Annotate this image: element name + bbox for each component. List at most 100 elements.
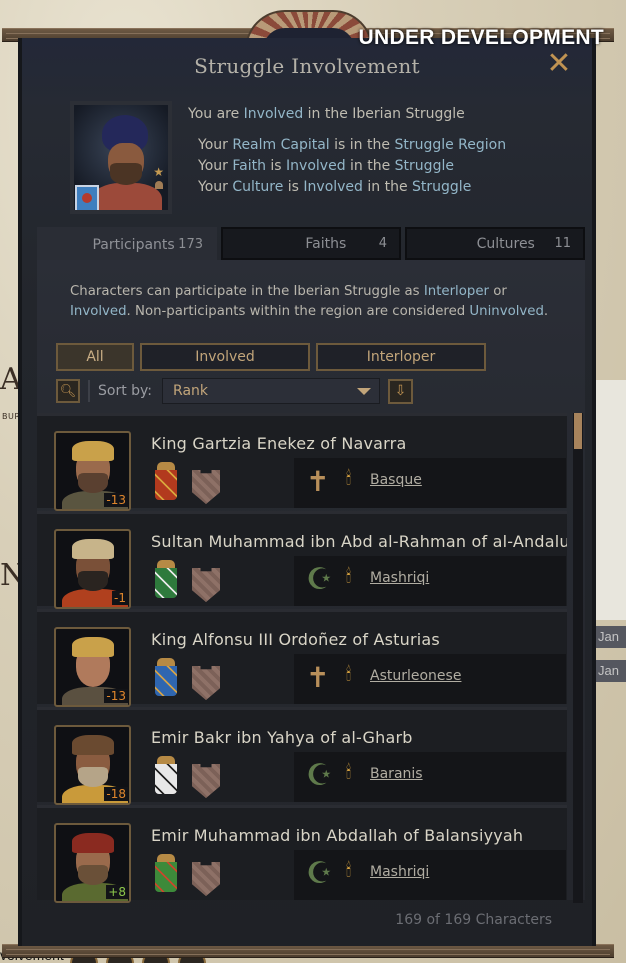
opinion-value: -13: [104, 689, 128, 703]
culture-candle-icon: 🕯︎: [346, 664, 352, 685]
culture-link[interactable]: Mashriqi: [370, 570, 429, 586]
character-portrait[interactable]: -1: [54, 529, 131, 609]
window-title: Struggle Involvement: [194, 54, 420, 78]
sort-selected-value: Rank: [173, 383, 209, 399]
close-icon: ✕: [546, 46, 572, 81]
player-portrait[interactable]: ★: [70, 101, 172, 214]
search-icon: 🔍︎: [59, 383, 77, 399]
culture-candle-icon: 🕯︎: [346, 860, 352, 881]
sort-label: Sort by:: [98, 383, 153, 399]
struggle-involvement-window: Struggle Involvement ✕ ★ You are Involve…: [2, 10, 614, 958]
character-row[interactable]: +8 Emir Muhammad ibn Abdallah of Balansi…: [37, 805, 567, 903]
culture-link[interactable]: Basque: [370, 472, 422, 488]
culture-candle-icon: 🕯︎: [346, 566, 352, 587]
character-list: -13 King Gartzia Enekez of Navarra ✝ 🕯︎ …: [37, 413, 567, 903]
filter-buttons: All Involved Interloper: [56, 343, 486, 371]
coat-of-arms-icon[interactable]: [155, 658, 177, 696]
empty-shield-icon[interactable]: [192, 764, 220, 798]
character-name[interactable]: Emir Bakr ibn Yahya of al-Gharb: [151, 728, 413, 747]
opinion-value: -1: [112, 591, 128, 605]
chevron-down-icon: [357, 387, 372, 395]
coat-of-arms-icon[interactable]: [155, 756, 177, 794]
crown-icon: [157, 560, 175, 568]
character-count: 169 of 169 Characters: [395, 912, 552, 928]
scrollbar[interactable]: [573, 413, 583, 903]
divider: [88, 380, 90, 402]
tab-label: Cultures: [476, 235, 535, 252]
crescent-faith-icon[interactable]: ☪: [306, 856, 333, 892]
empty-shield-icon[interactable]: [192, 666, 220, 700]
filter-involved-button[interactable]: Involved: [140, 343, 310, 371]
tab-count: 4: [378, 236, 387, 251]
involvement-reason: Your Culture is Involved in the Struggle: [198, 179, 472, 195]
culture-candle-icon: 🕯︎: [346, 468, 352, 489]
under-development-banner: UNDER DEVELOPMENT: [358, 26, 604, 49]
tab-faiths[interactable]: Faiths 4: [221, 227, 401, 260]
culture-link[interactable]: Asturleonese: [370, 668, 461, 684]
coat-of-arms-icon[interactable]: [155, 462, 177, 500]
crown-icon: [157, 854, 175, 862]
crown-icon: [157, 462, 175, 470]
crescent-faith-icon[interactable]: ☪: [306, 562, 333, 598]
character-row[interactable]: -1 Sultan Muhammad ibn Abd al-Rahman of …: [37, 511, 567, 609]
character-name[interactable]: King Alfonsu III Ordoñez of Asturias: [151, 630, 440, 649]
character-name[interactable]: Sultan Muhammad ibn Abd al-Rahman of al-…: [151, 532, 567, 551]
faith-culture-box: ☪ 🕯︎ Baranis: [294, 752, 566, 802]
empty-shield-icon[interactable]: [192, 568, 220, 602]
character-row[interactable]: -13 King Alfonsu III Ordoñez of Asturias…: [37, 609, 567, 707]
character-portrait[interactable]: -13: [54, 431, 131, 511]
crown-icon: [157, 756, 175, 764]
opinion-value: -18: [104, 787, 128, 801]
tab-participants[interactable]: Participants 173: [37, 227, 217, 260]
opinion-value: +8: [106, 885, 128, 899]
window-panel: Struggle Involvement ✕ ★ You are Involve…: [18, 38, 596, 946]
crescent-faith-icon[interactable]: ☪: [306, 758, 333, 794]
character-row[interactable]: -13 King Gartzia Enekez of Navarra ✝ 🕯︎ …: [37, 413, 567, 511]
tab-label: Participants: [92, 236, 175, 253]
involvement-reason: Your Realm Capital is in the Struggle Re…: [198, 137, 507, 153]
culture-link[interactable]: Baranis: [370, 766, 423, 782]
search-button[interactable]: 🔍︎: [56, 379, 80, 403]
coat-of-arms-icon[interactable]: [155, 560, 177, 598]
sort-dropdown[interactable]: Rank: [162, 378, 381, 404]
sort-descending-icon: ⇩: [394, 383, 407, 399]
character-portrait[interactable]: -13: [54, 627, 131, 707]
involvement-reason: Your Faith is Involved in the Struggle: [198, 158, 454, 174]
tab-cultures[interactable]: Cultures 11: [405, 227, 585, 260]
faith-culture-box: ☪ 🕯︎ Mashriqi: [294, 850, 566, 900]
cross-faith-icon[interactable]: ✝: [306, 464, 329, 500]
scrollbar-thumb[interactable]: [574, 413, 582, 449]
faith-culture-box: ☪ 🕯︎ Mashriqi: [294, 556, 566, 606]
faith-culture-box: ✝ 🕯︎ Asturleonese: [294, 654, 566, 704]
character-name[interactable]: Emir Muhammad ibn Abdallah of Balansiyya…: [151, 826, 523, 845]
empty-shield-icon[interactable]: [192, 470, 220, 504]
sort-direction-button[interactable]: ⇩: [388, 378, 414, 404]
filter-interloper-button[interactable]: Interloper: [316, 343, 486, 371]
tab-bar: Participants 173 Faiths 4 Cultures 11: [37, 227, 585, 260]
date-label: Jan: [592, 626, 626, 648]
participation-description: Characters can participate in the Iberia…: [70, 284, 549, 319]
tab-count: 173: [178, 237, 203, 252]
character-portrait[interactable]: -18: [54, 725, 131, 805]
empty-shield-icon[interactable]: [192, 862, 220, 896]
star-icon: ★: [153, 165, 164, 179]
tab-count: 11: [554, 236, 571, 251]
close-button[interactable]: ✕: [544, 49, 574, 80]
character-name[interactable]: King Gartzia Enekez of Navarra: [151, 434, 406, 453]
culture-candle-icon: 🕯︎: [346, 762, 352, 783]
player-coat-of-arms-icon[interactable]: [75, 185, 99, 210]
trait-icon: [155, 181, 163, 189]
character-row[interactable]: -18 Emir Bakr ibn Yahya of al-Gharb ☪ 🕯︎…: [37, 707, 567, 805]
faith-culture-box: ✝ 🕯︎ Basque: [294, 458, 566, 508]
coat-of-arms-icon[interactable]: [155, 854, 177, 892]
tab-label: Faiths: [305, 235, 347, 252]
window-frame-bottom: [2, 944, 614, 958]
cross-faith-icon[interactable]: ✝: [306, 660, 329, 696]
culture-link[interactable]: Mashriqi: [370, 864, 429, 880]
crown-icon: [157, 658, 175, 666]
filter-all-button[interactable]: All: [56, 343, 134, 371]
sort-row: 🔍︎ Sort by: Rank ⇩: [56, 377, 414, 405]
character-portrait[interactable]: +8: [54, 823, 131, 903]
involvement-status: You are Involved in the Iberian Struggle: [188, 106, 465, 122]
opinion-value: -13: [104, 493, 128, 507]
